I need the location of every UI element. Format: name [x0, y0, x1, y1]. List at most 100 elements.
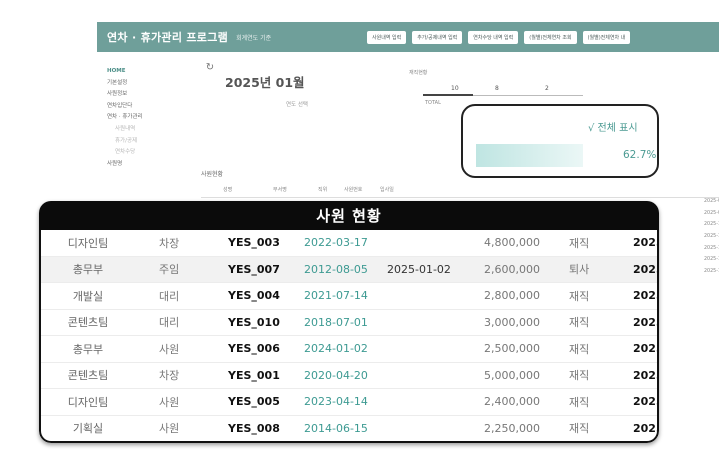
title-bar: 연차 · 휴가관리 프로그램 회계연도 기준 사원내역 입력 추가/공제내역 입…: [97, 22, 719, 52]
cell-year: 2025: [633, 421, 657, 435]
cell-year: 2025: [633, 368, 657, 382]
cell-status: 재직: [569, 369, 590, 383]
cell-status: 재직: [569, 289, 590, 303]
stat-retired-value: 2: [545, 85, 549, 92]
cell-emp-id: YES_004: [228, 289, 280, 303]
cell-rank: 사원: [159, 422, 180, 436]
cell-hire-date: 2022-03-17: [304, 236, 368, 250]
header-name: 성명: [223, 187, 233, 193]
year-select[interactable]: 연도 선택: [286, 100, 308, 108]
progress-percent: 62.7%: [623, 149, 657, 161]
monthly-leave-detail-button[interactable]: (월별)전체연차 내: [582, 31, 631, 44]
table-row[interactable]: 총무부 사원 YES_006 2024-01-02 2,500,000 재직 2…: [41, 336, 657, 363]
divider: [201, 197, 719, 198]
sidebar-item-settings[interactable]: 기본설정: [107, 78, 193, 90]
date-range: 2025-12-3: [704, 222, 719, 228]
header-hire-date: 입사일: [380, 187, 394, 193]
table-row[interactable]: 콘텐츠팀 대리 YES_010 2018-07-01 3,000,000 재직 …: [41, 310, 657, 336]
date-range: 2025-12-3: [704, 269, 719, 275]
cell-dept: 개발실: [72, 289, 104, 303]
cell-dept: 콘텐츠팀: [67, 369, 109, 383]
cell-salary: 2,800,000: [484, 289, 540, 303]
cell-rank: 차장: [159, 236, 180, 250]
cell-hire-date: 2021-07-14: [304, 289, 368, 303]
cell-salary: 5,000,000: [484, 368, 540, 382]
cell-year: 2025: [633, 236, 657, 250]
app-subtitle: 회계연도 기준: [236, 34, 272, 42]
table-row[interactable]: 콘텐츠팀 차장 YES_001 2020-04-20 5,000,000 재직 …: [41, 363, 657, 389]
cell-emp-id: YES_010: [228, 315, 280, 329]
table-row[interactable]: 개발실 대리 YES_004 2021-07-14 2,800,000 재직 2…: [41, 283, 657, 310]
cell-salary: 4,800,000: [484, 236, 540, 250]
sidebar-subitem-leave-pay[interactable]: 연차수당: [107, 147, 193, 159]
cell-status: 재직: [569, 316, 590, 330]
month-title: 2025년 01월: [225, 75, 305, 90]
input-extra-deduction-button[interactable]: 추가/공제내역 입력: [412, 31, 463, 44]
cell-hire-date: 2023-04-14: [304, 395, 368, 409]
panel-header: 사원 현황: [39, 201, 659, 230]
table-row[interactable]: 기획실 사원 YES_008 2014-06-15 2,250,000 재직 2…: [41, 416, 657, 442]
input-leave-pay-button[interactable]: 연차수당 내역 입력: [468, 31, 519, 44]
cell-rank: 대리: [159, 316, 180, 330]
cell-rank: 대리: [159, 289, 180, 303]
cell-status: 재직: [569, 422, 590, 436]
cell-salary: 2,500,000: [484, 342, 540, 356]
sidebar-subitem-employee-records[interactable]: 사원내역: [107, 124, 193, 136]
monthly-leave-view-button[interactable]: (월별)전체연차 조회: [524, 31, 577, 44]
cell-dept: 기획실: [72, 422, 104, 436]
cell-year: 2025: [633, 395, 657, 409]
employee-status-panel: 사원 현황 디자인팀 차장 YES_003 2022-03-17 4,800,0…: [39, 201, 659, 443]
table-row[interactable]: 디자인팀 사원 YES_005 2023-04-14 2,400,000 재직 …: [41, 389, 657, 416]
top-button-group: 사원내역 입력 추가/공제내역 입력 연차수당 내역 입력 (월별)전체연차 조…: [367, 31, 631, 44]
cell-dept: 콘텐츠팀: [67, 316, 109, 330]
cell-emp-id: YES_003: [228, 236, 280, 250]
cell-salary: 2,400,000: [484, 395, 540, 409]
date-range: 2025-01-0: [704, 210, 719, 216]
header-dept: 부서명: [273, 187, 287, 193]
cell-rank: 사원: [159, 395, 180, 409]
cell-emp-id: YES_007: [228, 262, 280, 276]
cell-dept: 디자인팀: [67, 236, 109, 250]
sidebar-item-leave-management[interactable]: 연차 · 휴가관리: [107, 112, 193, 124]
cell-rank: 주임: [159, 263, 180, 277]
cell-rank: 사원: [159, 342, 180, 356]
stat-total-value: 10: [451, 85, 459, 92]
cell-hire-date: 2020-04-20: [304, 368, 368, 382]
sidebar-item-leave-entry[interactable]: 연차입단다: [107, 101, 193, 113]
stats-label: 재직현황: [409, 70, 428, 76]
app-title: 연차 · 휴가관리 프로그램: [107, 31, 229, 44]
cell-year: 2025: [633, 289, 657, 303]
stat-divider-active: [423, 94, 473, 96]
cell-status: 재직: [569, 236, 590, 250]
cell-dept: 총무부: [72, 263, 104, 277]
cell-dept: 총무부: [72, 342, 104, 356]
cell-salary: 2,250,000: [484, 421, 540, 435]
employee-table: 디자인팀 차장 YES_003 2022-03-17 4,800,000 재직 …: [39, 230, 659, 443]
date-range: 2025-12-3: [704, 245, 719, 251]
section-label: 사원현황: [201, 171, 224, 178]
cell-emp-id: YES_006: [228, 342, 280, 356]
sidebar-item-employee-name[interactable]: 사원명: [107, 159, 193, 171]
sidebar-subitem-leave-deduction[interactable]: 휴가/공제: [107, 136, 193, 148]
cell-hire-date: 2018-07-01: [304, 315, 368, 329]
cell-hire-date: 2024-01-02: [304, 342, 368, 356]
header-emp-id: 사원번호: [344, 187, 363, 193]
date-range: 2025-12-3: [704, 257, 719, 263]
sidebar-item-home[interactable]: HOME: [107, 66, 193, 78]
cell-year: 2025: [633, 342, 657, 356]
cell-leave-date: 2025-01-02: [387, 262, 451, 276]
refresh-icon[interactable]: ↻: [204, 62, 216, 74]
date-range: 2025-12-3: [704, 234, 719, 240]
table-row[interactable]: 총무부 주임 YES_007 2012-08-05 2025-01-02 2,6…: [41, 256, 657, 283]
cell-emp-id: YES_008: [228, 421, 280, 435]
cell-salary: 3,000,000: [484, 315, 540, 329]
input-employee-button[interactable]: 사원내역 입력: [367, 31, 407, 44]
stat-active-value: 8: [495, 85, 499, 92]
table-row[interactable]: 디자인팀 차장 YES_003 2022-03-17 4,800,000 재직 …: [41, 230, 657, 257]
sidebar-item-employee-info[interactable]: 사원정보: [107, 89, 193, 101]
show-all-checkbox[interactable]: √ 전체 표시: [588, 119, 638, 134]
cell-salary: 2,600,000: [484, 262, 540, 276]
cell-rank: 차장: [159, 369, 180, 383]
cell-hire-date: 2014-06-15: [304, 421, 368, 435]
date-range-column: 2025-01-01 ~ 2025-12-3 2025-01-0 2025-12…: [704, 196, 719, 278]
